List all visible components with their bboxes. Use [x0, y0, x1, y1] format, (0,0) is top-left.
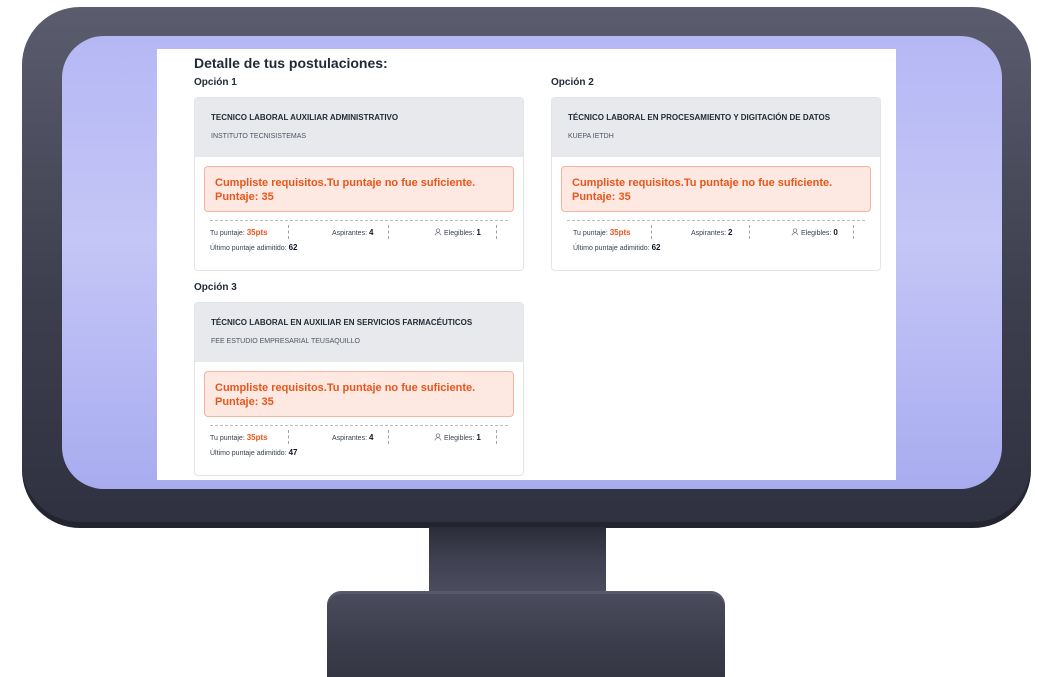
- eligible-value: 1: [476, 228, 481, 237]
- card-header: TECNICO LABORAL AUXILIAR ADMINISTRATIVO …: [195, 98, 523, 157]
- person-icon: [434, 433, 442, 441]
- alert-score: Puntaje: 35: [215, 191, 274, 203]
- institution-name: FEE ESTUDIO EMPRESARIAL TEUSAQUILLO: [211, 338, 360, 345]
- applicants-stat: Aspirantes: 4: [332, 433, 374, 442]
- alert-message: Cumpliste requisitos.Tu puntaje no fue s…: [215, 177, 476, 189]
- last-admitted-value: 62: [651, 243, 661, 252]
- eligible-stat: Elegibles: 0: [791, 228, 838, 237]
- applicants-value: 2: [727, 228, 733, 237]
- applicants-value: 4: [368, 228, 374, 237]
- stats-row: Tu puntaje: 35pts Aspirantes: 4 Elegible…: [210, 225, 508, 241]
- stat-separator: [651, 225, 652, 239]
- monitor-stand-base: [327, 591, 725, 677]
- program-name: TÉCNICO LABORAL EN PROCESAMIENTO Y DIGIT…: [568, 113, 831, 122]
- applicants-value: 4: [368, 433, 374, 442]
- card-header: TÉCNICO LABORAL EN AUXILIAR EN SERVICIOS…: [195, 303, 523, 362]
- score-value: 35pts: [246, 228, 268, 237]
- eligible-value: 0: [833, 228, 838, 237]
- alert-score: Puntaje: 35: [215, 396, 274, 408]
- program-name: TECNICO LABORAL AUXILIAR ADMINISTRATIVO: [211, 113, 399, 122]
- institution-name: KUEPA IETDH: [568, 133, 614, 140]
- divider: [567, 220, 865, 221]
- result-alert: Cumpliste requisitos.Tu puntaje no fue s…: [204, 166, 514, 212]
- divider: [210, 425, 508, 426]
- score-value: 35pts: [246, 433, 268, 442]
- program-name: TÉCNICO LABORAL EN AUXILIAR EN SERVICIOS…: [211, 318, 473, 327]
- last-admitted: Último puntaje adimitido: 62: [210, 243, 298, 252]
- stat-separator: [288, 225, 289, 239]
- applicants-stat: Aspirantes: 4: [332, 228, 374, 237]
- monitor-screen: Detalle de tus postulaciones: Opción 1 T…: [157, 49, 896, 480]
- application-card-2: TÉCNICO LABORAL EN PROCESAMIENTO Y DIGIT…: [551, 97, 881, 271]
- applicants-stat: Aspirantes: 2: [691, 228, 733, 237]
- stats-row: Tu puntaje: 35pts Aspirantes: 4 Elegible…: [210, 430, 508, 446]
- alert-message: Cumpliste requisitos.Tu puntaje no fue s…: [572, 177, 833, 189]
- monitor-stand-neck: [429, 527, 606, 595]
- alert-message: Cumpliste requisitos.Tu puntaje no fue s…: [215, 382, 476, 394]
- last-admitted: Último puntaje adimitido: 47: [210, 448, 298, 457]
- last-admitted-value: 62: [288, 243, 298, 252]
- person-icon: [791, 228, 799, 236]
- last-admitted-value: 47: [288, 448, 298, 457]
- divider: [210, 220, 508, 221]
- score-stat: Tu puntaje: 35pts: [210, 433, 268, 442]
- stats-row: Tu puntaje: 35pts Aspirantes: 2 Elegible…: [567, 225, 865, 241]
- option-3-label: Opción 3: [194, 282, 237, 293]
- option-2-label: Opción 2: [551, 77, 594, 88]
- institution-name: INSTITUTO TECNISISTEMAS: [211, 133, 307, 140]
- application-card-1: TECNICO LABORAL AUXILIAR ADMINISTRATIVO …: [194, 97, 524, 271]
- eligible-stat: Elegibles: 1: [434, 228, 481, 237]
- alert-score: Puntaje: 35: [572, 191, 631, 203]
- score-stat: Tu puntaje: 35pts: [210, 228, 268, 237]
- card-header: TÉCNICO LABORAL EN PROCESAMIENTO Y DIGIT…: [552, 98, 880, 157]
- application-card-3: TÉCNICO LABORAL EN AUXILIAR EN SERVICIOS…: [194, 302, 524, 476]
- score-value: 35pts: [609, 228, 631, 237]
- stat-separator: [496, 225, 497, 239]
- last-admitted: Último puntaje adimitido: 62: [573, 243, 661, 252]
- stat-separator: [388, 430, 389, 444]
- result-alert: Cumpliste requisitos.Tu puntaje no fue s…: [561, 166, 871, 212]
- stat-separator: [749, 225, 750, 239]
- person-icon: [434, 228, 442, 236]
- result-alert: Cumpliste requisitos.Tu puntaje no fue s…: [204, 371, 514, 417]
- page-title: Detalle de tus postulaciones:: [194, 55, 388, 71]
- option-1-label: Opción 1: [194, 77, 237, 88]
- score-stat: Tu puntaje: 35pts: [573, 228, 631, 237]
- stat-separator: [853, 225, 854, 239]
- eligible-value: 1: [476, 433, 481, 442]
- stat-separator: [388, 225, 389, 239]
- stat-separator: [496, 430, 497, 444]
- stat-separator: [288, 430, 289, 444]
- eligible-stat: Elegibles: 1: [434, 433, 481, 442]
